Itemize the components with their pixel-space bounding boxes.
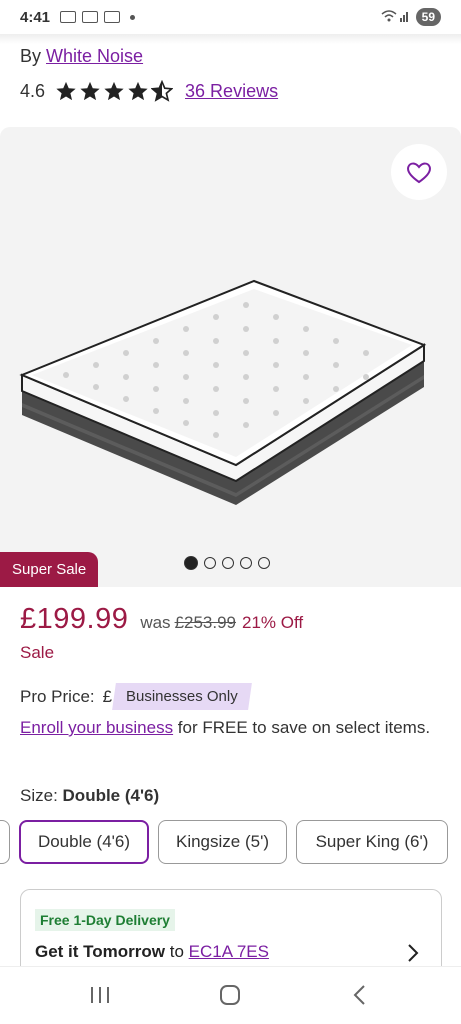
size-label: Size: Double (4'6): [20, 786, 159, 806]
header-shadow: [0, 34, 461, 44]
brand-link[interactable]: White Noise: [46, 46, 143, 66]
heart-icon: [407, 162, 431, 184]
size-option-kingsize[interactable]: Kingsize (5'): [158, 820, 287, 864]
enroll-business-link[interactable]: Enroll your business: [20, 718, 173, 737]
system-nav-bar: [0, 966, 461, 1024]
brand-prefix: By: [20, 46, 42, 66]
enroll-text: Enroll your business for FREE to save on…: [20, 713, 440, 742]
favorite-button[interactable]: [391, 144, 447, 200]
delivery-headline: Get it Tomorrow: [35, 942, 166, 961]
mattress-product-image: [19, 279, 427, 505]
back-icon[interactable]: [346, 983, 374, 1007]
sim-icon: [104, 11, 121, 23]
pro-price-currency: £: [102, 686, 113, 706]
chevron-right-icon[interactable]: [405, 942, 421, 964]
delivery-line: Get it Tomorrow to EC1A 7ES: [35, 942, 269, 962]
businesses-only-badge: Businesses Only: [112, 683, 252, 710]
recent-apps-icon[interactable]: [86, 983, 114, 1007]
pro-price-row: Pro Price: £ Businesses Only: [20, 683, 252, 710]
star-full-icon: [80, 81, 100, 101]
size-option-super-king[interactable]: Super King (6'): [296, 820, 448, 864]
size-option-partial[interactable]: [0, 820, 10, 864]
status-time: 4:41: [20, 8, 51, 26]
current-price: £199.99: [20, 603, 129, 635]
gallery-dot[interactable]: [240, 557, 252, 569]
price-row: £199.99 was £253.99 21% Off: [20, 603, 303, 636]
star-full-icon: [128, 81, 148, 101]
was-price: £253.99: [174, 613, 237, 632]
delivery-to: to: [165, 942, 189, 961]
gallery-dot[interactable]: [258, 557, 270, 569]
reviews-link[interactable]: 36 Reviews: [185, 81, 278, 102]
notification-icon: [60, 11, 77, 23]
size-option-double[interactable]: Double (4'6): [19, 820, 149, 864]
status-notification-icons: [60, 11, 136, 23]
gallery-pagination[interactable]: [184, 556, 270, 570]
gallery-dot[interactable]: [184, 556, 198, 570]
rating-row: 4.6 36 Reviews: [20, 80, 278, 102]
enroll-description: for FREE to save on select items.: [173, 718, 431, 737]
star-half-icon: [151, 80, 174, 102]
battery-indicator: 59: [415, 8, 441, 26]
star-full-icon: [56, 81, 76, 101]
sale-label: Sale: [20, 643, 55, 662]
gallery-dot[interactable]: [222, 557, 234, 569]
home-icon[interactable]: [216, 983, 244, 1007]
size-label-text: Size:: [20, 786, 58, 805]
selected-size: Double (4'6): [62, 786, 160, 805]
businesses-only-text: Businesses Only: [126, 688, 238, 705]
gallery-dot[interactable]: [204, 557, 216, 569]
status-system-icons: 59: [380, 8, 441, 26]
size-options: Double (4'6) Kingsize (5') Super King (6…: [0, 820, 461, 866]
was-label: was: [140, 613, 171, 632]
status-bar: 4:41 59: [0, 0, 461, 34]
postcode-link[interactable]: EC1A 7ES: [189, 942, 269, 961]
pro-price-label: Pro Price:: [20, 686, 95, 706]
wifi-signal-icon: [380, 9, 410, 26]
brand-row: By White Noise: [20, 46, 143, 67]
free-delivery-badge: Free 1-Day Delivery: [35, 909, 175, 931]
product-image-gallery[interactable]: Super Sale: [0, 127, 461, 587]
rating-value: 4.6: [20, 80, 46, 101]
discount-percent: 21% Off: [242, 613, 304, 632]
more-notifications-icon: [130, 14, 136, 20]
super-sale-tag: Super Sale: [0, 552, 99, 587]
rating-stars: [55, 80, 174, 102]
star-full-icon: [104, 81, 124, 101]
screenshot-icon: [82, 11, 99, 23]
